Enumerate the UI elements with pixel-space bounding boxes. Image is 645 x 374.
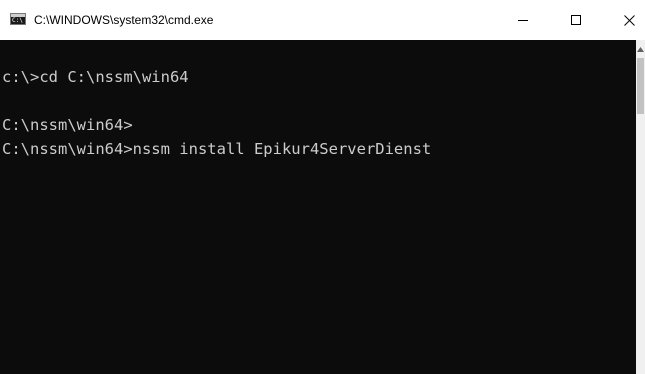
console-line: C:\nssm\win64>nssm install Epikur4Server… xyxy=(2,140,432,158)
minimize-icon xyxy=(518,19,528,21)
window-title: C:\WINDOWS\system32\cmd.exe xyxy=(34,13,214,27)
title-bar[interactable]: C:\ C:\WINDOWS\system32\cmd.exe xyxy=(0,0,645,40)
scroll-thumb[interactable] xyxy=(637,58,644,114)
console-lines: c:\>cd C:\nssm\win64 C:\nssm\win64> C:\n… xyxy=(2,65,431,161)
cmd-window: C:\ C:\WINDOWS\system32\cmd.exe c:\>cd C… xyxy=(0,0,645,374)
close-button[interactable] xyxy=(606,0,645,40)
maximize-button[interactable] xyxy=(553,0,599,40)
console-line: C:\nssm\win64> xyxy=(2,116,133,134)
cmd-icon[interactable]: C:\ xyxy=(10,13,26,25)
close-icon xyxy=(623,14,635,26)
console-line: c:\>cd C:\nssm\win64 xyxy=(2,68,189,86)
cmd-icon-label: C:\ xyxy=(12,17,23,24)
minimize-button[interactable] xyxy=(500,0,546,40)
scroll-up-arrow-icon xyxy=(637,46,644,52)
scroll-up-button[interactable] xyxy=(636,44,645,54)
vertical-scrollbar[interactable] xyxy=(636,40,645,374)
maximize-icon xyxy=(571,15,581,25)
console-output[interactable]: c:\>cd C:\nssm\win64 C:\nssm\win64> C:\n… xyxy=(0,40,636,374)
